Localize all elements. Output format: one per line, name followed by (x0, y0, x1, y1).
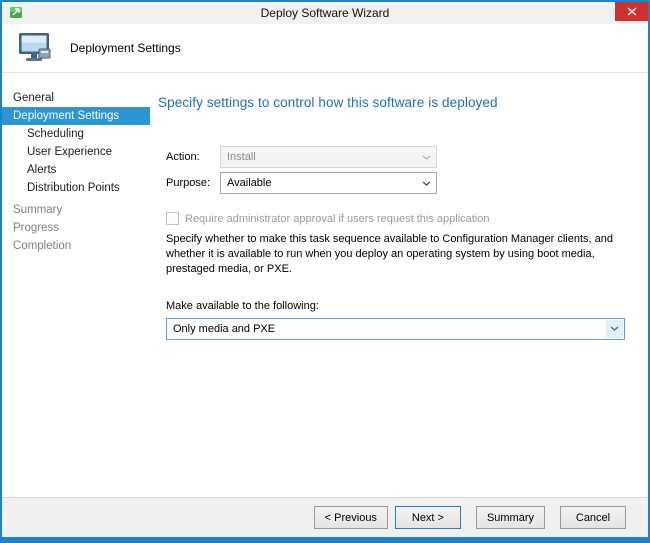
wizard-footer: < Previous Next > Summary Cancel (2, 497, 648, 537)
approval-checkbox-row: Require administrator approval if users … (166, 212, 634, 225)
sidebar-item-user-experience[interactable]: User Experience (2, 143, 150, 161)
chevron-down-icon (418, 148, 435, 166)
sidebar-item-summary[interactable]: Summary (2, 201, 150, 219)
approval-checkbox (166, 212, 179, 225)
close-button[interactable] (615, 2, 648, 21)
purpose-value: Available (227, 177, 271, 189)
title-bar: Deploy Software Wizard (2, 2, 648, 24)
task-sequence-description: Specify whether to make this task sequen… (166, 232, 631, 278)
approval-checkbox-label: Require administrator approval if users … (185, 213, 490, 225)
previous-button[interactable]: < Previous (314, 506, 388, 529)
deployment-settings-icon (14, 30, 54, 66)
action-label: Action: (166, 151, 220, 163)
action-row: Action: Install (166, 146, 634, 168)
sidebar-item-general[interactable]: General (2, 89, 150, 107)
purpose-dropdown[interactable]: Available (220, 172, 437, 194)
next-button[interactable]: Next > (395, 506, 461, 529)
sidebar-item-alerts[interactable]: Alerts (2, 161, 150, 179)
sidebar-item-completion[interactable]: Completion (2, 237, 150, 255)
section-heading: Specify settings to control how this sof… (158, 95, 634, 110)
purpose-row: Purpose: Available (166, 172, 634, 194)
sidebar-item-progress[interactable]: Progress (2, 219, 150, 237)
make-available-value: Only media and PXE (173, 323, 275, 335)
wizard-nav: General Deployment Settings Scheduling U… (2, 73, 150, 497)
wizard-header: Deployment Settings (2, 24, 648, 73)
chevron-down-icon (418, 174, 435, 192)
summary-button[interactable]: Summary (476, 506, 545, 529)
wizard-app-icon (9, 5, 24, 20)
purpose-label: Purpose: (166, 177, 220, 189)
cancel-button[interactable]: Cancel (560, 506, 626, 529)
page-title: Deployment Settings (70, 41, 181, 55)
action-value: Install (227, 151, 256, 163)
sidebar-item-distribution-points[interactable]: Distribution Points (2, 179, 150, 197)
main-panel: Specify settings to control how this sof… (150, 73, 648, 497)
form-block: Action: Install Purpose: Available (166, 146, 634, 340)
action-dropdown: Install (220, 146, 437, 168)
sidebar-item-scheduling[interactable]: Scheduling (2, 125, 150, 143)
window-title: Deploy Software Wizard (261, 6, 390, 20)
close-icon (627, 7, 637, 16)
wizard-body: General Deployment Settings Scheduling U… (2, 73, 648, 497)
deploy-software-wizard-window: Deploy Software Wizard Deployment Settin… (0, 0, 650, 543)
sidebar-item-deployment-settings[interactable]: Deployment Settings (2, 107, 150, 125)
make-available-dropdown[interactable]: Only media and PXE (166, 318, 625, 340)
chevron-down-icon (606, 320, 623, 338)
make-available-label: Make available to the following: (166, 300, 634, 312)
